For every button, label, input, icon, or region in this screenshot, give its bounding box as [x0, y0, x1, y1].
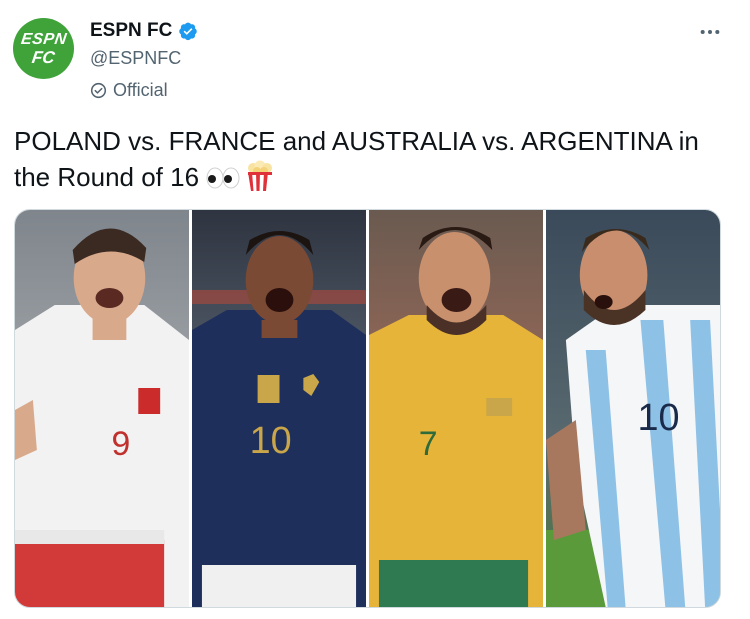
france-player-illustration: 10 [192, 210, 366, 607]
france-shirt-number: 10 [250, 420, 292, 462]
avatar-logo-line1: ESPN [19, 30, 68, 48]
argentina-shirt-number: 10 [637, 397, 679, 439]
player-photo-argentina[interactable]: 10 [546, 210, 720, 607]
eyes-emoji [205, 163, 241, 189]
popcorn-emoji [245, 160, 275, 192]
verified-badge-icon [178, 21, 198, 41]
player-photo-australia[interactable]: 7 [369, 210, 543, 607]
australia-player-illustration: 7 [369, 210, 543, 607]
player-photo-poland[interactable]: 9 [15, 210, 189, 607]
handle[interactable]: @ESPNFC [90, 48, 198, 69]
display-name[interactable]: ESPN FC [90, 20, 172, 42]
australia-shirt-number: 7 [419, 425, 438, 463]
more-dots-icon [700, 29, 720, 35]
player-photo-france[interactable]: 10 [192, 210, 366, 607]
official-label: Official [113, 80, 168, 100]
poland-player-illustration: 9 [15, 210, 189, 607]
poland-shirt-number: 9 [111, 425, 130, 463]
tweet-header: ESPN FC @ESPNFC Official [90, 20, 198, 101]
avatar-logo-line2: FC [30, 47, 57, 67]
official-label-row: Official [90, 80, 198, 101]
tweet-text-content: POLAND vs. FRANCE and AUSTRALIA vs. ARGE… [14, 126, 699, 192]
more-options-button[interactable] [698, 22, 722, 42]
official-check-icon [90, 82, 107, 99]
tweet-text: POLAND vs. FRANCE and AUSTRALIA vs. ARGE… [14, 123, 734, 195]
media-grid[interactable]: 9 10 7 10 [14, 209, 721, 608]
argentina-player-illustration: 10 [546, 210, 720, 607]
name-row: ESPN FC [90, 20, 198, 42]
avatar[interactable]: ESPN FC [13, 18, 74, 79]
tweet-card: ESPN FC ESPN FC @ESPNFC Official POLAND … [0, 0, 750, 619]
